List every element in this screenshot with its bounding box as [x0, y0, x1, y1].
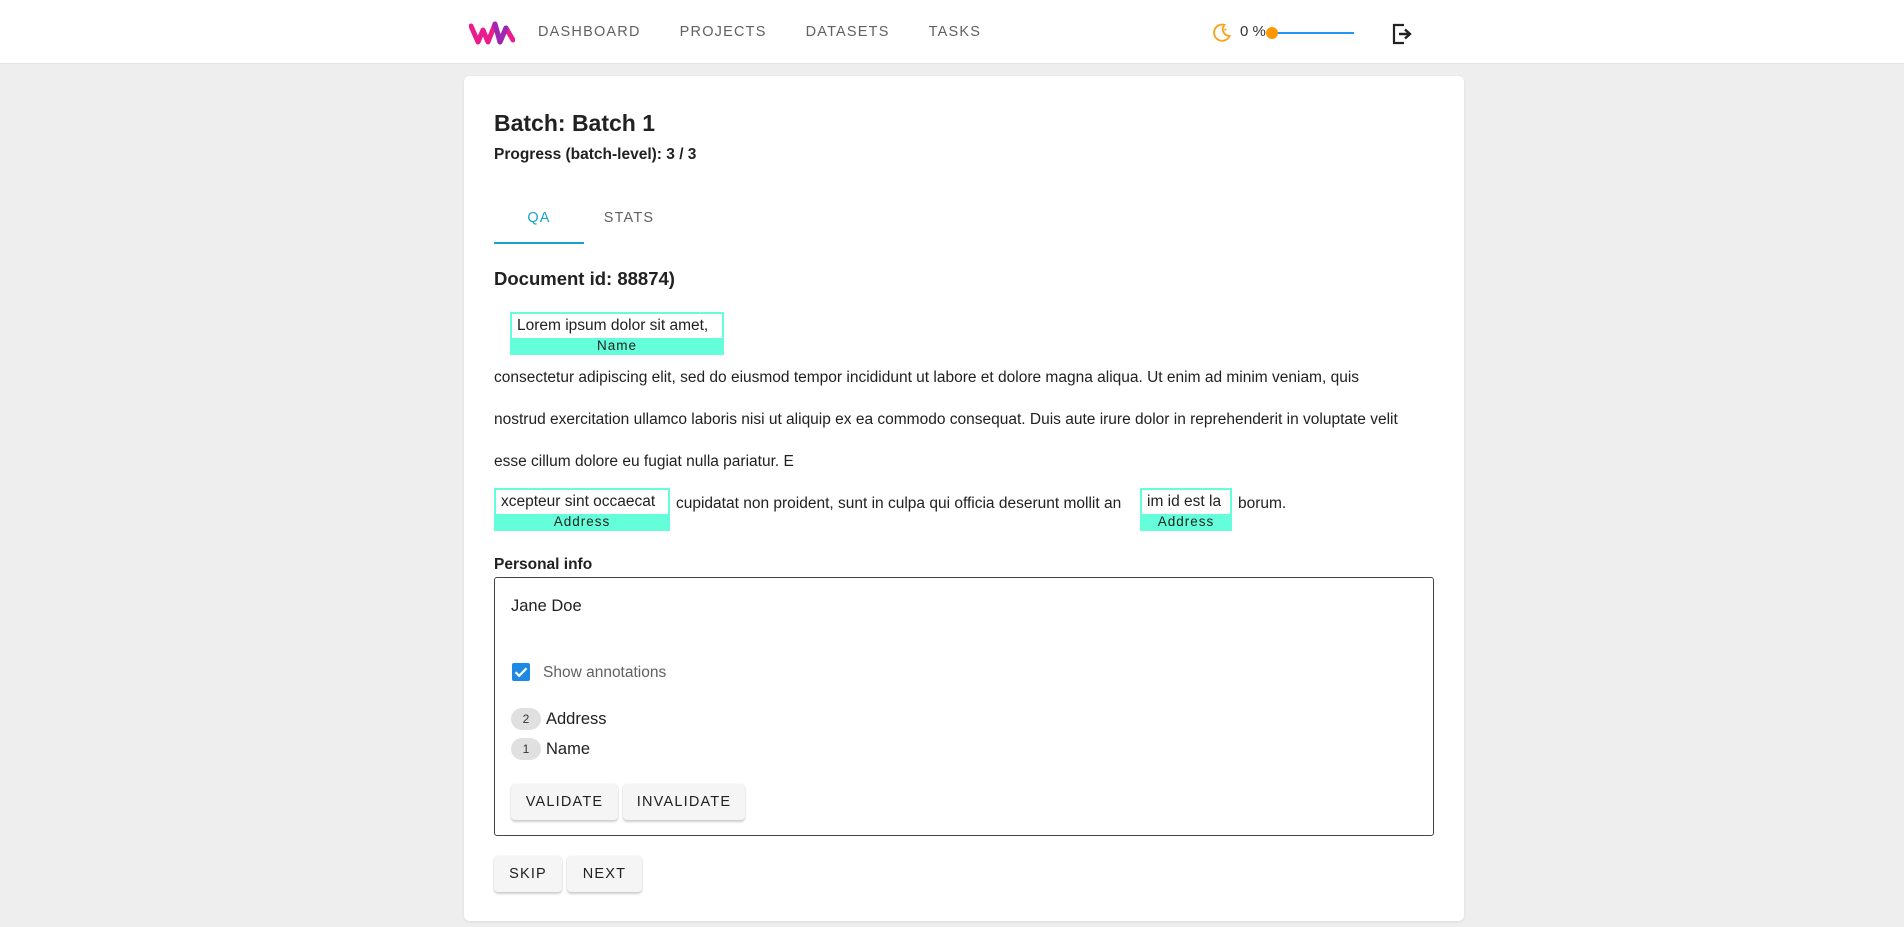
annotation-label: Address: [496, 514, 668, 529]
slider-track: [1272, 32, 1354, 34]
personal-info-label: Personal info: [494, 556, 593, 573]
document-id: Document id: 88874): [494, 268, 675, 289]
batch-card: Batch: Batch 1 Progress (batch-level): 3…: [464, 76, 1464, 921]
annotation-label: Address: [1142, 514, 1230, 529]
show-annotations-checkbox[interactable]: [512, 663, 530, 681]
batch-progress: Progress (batch-level): 3 / 3: [494, 146, 697, 163]
nav-dashboard[interactable]: DASHBOARD: [538, 24, 641, 40]
person-name: Jane Doe: [511, 597, 582, 615]
moon-icon[interactable]: [1211, 22, 1232, 43]
top-app-bar: DASHBOARD PROJECTS DATASETS TASKS 0 %: [0, 0, 1904, 64]
main-nav: DASHBOARD PROJECTS DATASETS TASKS: [538, 0, 1020, 64]
logout-icon[interactable]: [1392, 23, 1412, 45]
tab-stats[interactable]: STATS: [584, 194, 674, 242]
count-label: Name: [546, 739, 591, 758]
count-badge: 2: [511, 708, 541, 730]
nav-tasks[interactable]: TASKS: [929, 24, 981, 40]
annotation-address[interactable]: im id est la Address: [1140, 488, 1232, 531]
annotation-name[interactable]: Lorem ipsum dolor sit amet, Name: [510, 312, 724, 355]
page-title: Batch: Batch 1: [494, 110, 656, 136]
theme-slider[interactable]: [1266, 26, 1354, 40]
document-line: esse cillum dolore eu fugiat nulla paria…: [494, 453, 794, 470]
annotation-text: xcepteur sint occaecat: [501, 493, 656, 510]
next-button[interactable]: NEXT: [567, 856, 642, 892]
document-line: consectetur adipiscing elit, sed do eius…: [494, 369, 1360, 386]
annotation-count-row: 2 Address: [511, 708, 607, 730]
annotation-text: im id est la: [1147, 493, 1222, 510]
validate-button[interactable]: VALIDATE: [511, 784, 618, 820]
logo-icon[interactable]: [469, 20, 515, 46]
annotation-address[interactable]: xcepteur sint occaecat Address: [494, 488, 670, 531]
skip-button[interactable]: SKIP: [494, 856, 562, 892]
annotation-count-row: 1 Name: [511, 738, 590, 760]
annotation-text: Lorem ipsum dolor sit amet,: [517, 317, 709, 334]
nav-datasets[interactable]: DATASETS: [806, 24, 890, 40]
count-label: Address: [546, 709, 607, 728]
tab-bar: QA STATS: [494, 194, 674, 244]
invalidate-button[interactable]: INVALIDATE: [623, 784, 745, 820]
document-line: nostrud exercitation ullamco laboris nis…: [494, 411, 1398, 428]
slider-thumb[interactable]: [1266, 27, 1278, 39]
annotation-label: Name: [512, 338, 722, 353]
theme-percent: 0 %: [1240, 23, 1266, 40]
personal-info-box: Jane Doe Show annotations 2 Address 1 Na…: [494, 577, 1434, 836]
check-icon: [514, 667, 528, 678]
count-badge: 1: [511, 738, 541, 760]
show-annotations-label[interactable]: Show annotations: [543, 664, 666, 682]
document-segment: borum.: [1238, 495, 1287, 512]
tab-qa[interactable]: QA: [494, 194, 584, 244]
nav-projects[interactable]: PROJECTS: [680, 24, 767, 40]
document-segment: cupidatat non proident, sunt in culpa qu…: [676, 495, 1122, 512]
